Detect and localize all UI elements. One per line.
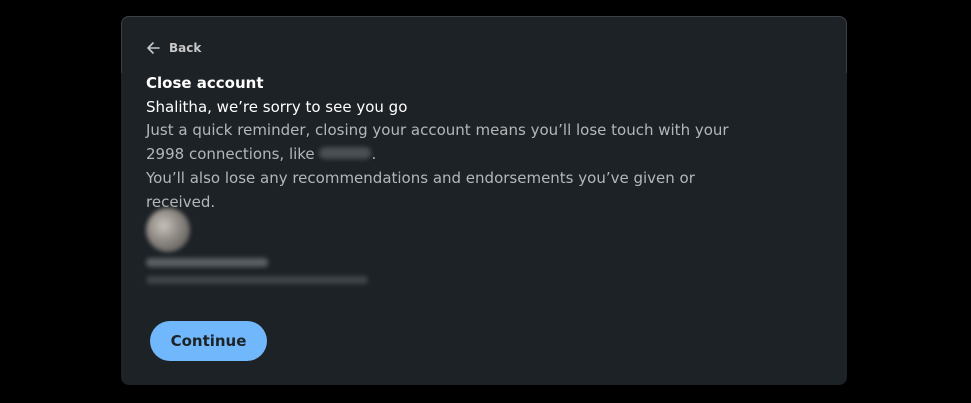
arrow-left-icon [145, 40, 161, 56]
dialog-subtitle: Shalitha, we’re sorry to see you go [146, 98, 408, 116]
blurred-connection-headline [146, 276, 368, 284]
reminder-suffix: . [371, 145, 377, 163]
dialog-title: Close account [146, 74, 264, 92]
blurred-connection-title [146, 258, 268, 267]
reminder-text: Just a quick reminder, closing your acco… [146, 121, 729, 163]
back-label: Back [169, 41, 202, 55]
recommendations-note: You’ll also lose any recommendations and… [146, 169, 695, 211]
dialog-message: Just a quick reminder, closing your acco… [146, 118, 766, 214]
avatar [146, 208, 190, 252]
close-account-dialog: Back Close account Shalitha, we’re sorry… [121, 16, 847, 385]
dialog-header-border [121, 16, 847, 73]
continue-button[interactable]: Continue [150, 321, 267, 361]
connection-preview [146, 208, 368, 284]
back-button[interactable]: Back [145, 40, 201, 56]
blurred-connection-name [319, 147, 372, 159]
